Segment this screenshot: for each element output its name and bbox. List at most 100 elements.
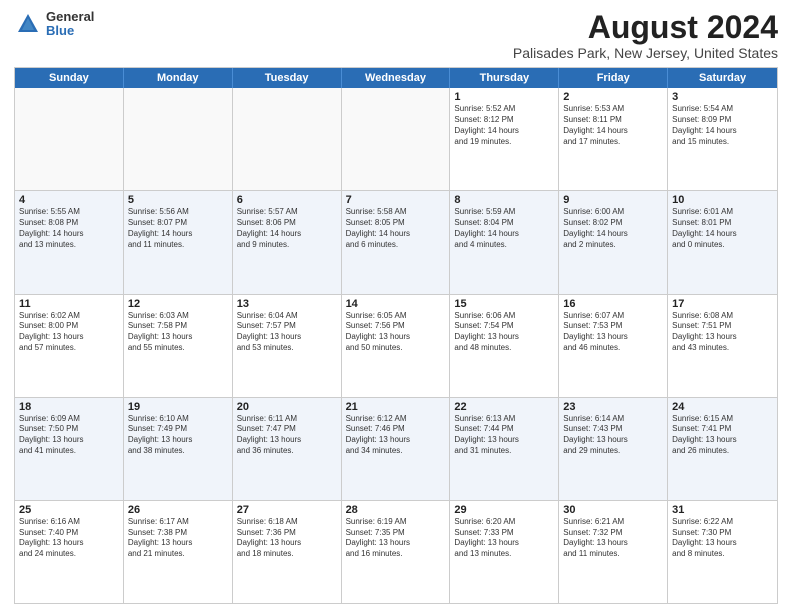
cell-info-line: Sunrise: 6:06 AM: [454, 311, 554, 322]
day-number: 7: [346, 194, 446, 206]
cell-info-line: and 8 minutes.: [672, 549, 773, 560]
calendar-cell: 31Sunrise: 6:22 AMSunset: 7:30 PMDayligh…: [668, 501, 777, 603]
cell-info-line: Daylight: 13 hours: [128, 538, 228, 549]
calendar-cell: 9Sunrise: 6:00 AMSunset: 8:02 PMDaylight…: [559, 191, 668, 293]
cell-info-line: Sunset: 8:05 PM: [346, 218, 446, 229]
cell-info-line: and 6 minutes.: [346, 240, 446, 251]
cell-info-line: Sunset: 7:33 PM: [454, 528, 554, 539]
calendar-cell: 20Sunrise: 6:11 AMSunset: 7:47 PMDayligh…: [233, 398, 342, 500]
day-number: 1: [454, 91, 554, 103]
calendar-cell: 29Sunrise: 6:20 AMSunset: 7:33 PMDayligh…: [450, 501, 559, 603]
cell-info-line: and 13 minutes.: [19, 240, 119, 251]
cell-info-line: Sunset: 7:47 PM: [237, 424, 337, 435]
calendar-cell: 13Sunrise: 6:04 AMSunset: 7:57 PMDayligh…: [233, 295, 342, 397]
cell-info-line: Sunset: 7:35 PM: [346, 528, 446, 539]
day-number: 10: [672, 194, 773, 206]
cell-info-line: Daylight: 14 hours: [454, 229, 554, 240]
cell-info-line: Daylight: 14 hours: [672, 126, 773, 137]
cell-info-line: Sunset: 8:09 PM: [672, 115, 773, 126]
day-number: 12: [128, 298, 228, 310]
cell-info-line: Daylight: 13 hours: [19, 538, 119, 549]
cell-info-line: Sunrise: 6:00 AM: [563, 207, 663, 218]
cell-info-line: Sunset: 7:30 PM: [672, 528, 773, 539]
calendar-cell: 10Sunrise: 6:01 AMSunset: 8:01 PMDayligh…: [668, 191, 777, 293]
calendar-cell: 6Sunrise: 5:57 AMSunset: 8:06 PMDaylight…: [233, 191, 342, 293]
cell-info-line: and 0 minutes.: [672, 240, 773, 251]
cell-info-line: Daylight: 14 hours: [563, 126, 663, 137]
cell-info-line: Sunset: 8:08 PM: [19, 218, 119, 229]
calendar-cell: 14Sunrise: 6:05 AMSunset: 7:56 PMDayligh…: [342, 295, 451, 397]
calendar-row: 4Sunrise: 5:55 AMSunset: 8:08 PMDaylight…: [15, 191, 777, 294]
day-number: 4: [19, 194, 119, 206]
cell-info-line: and 36 minutes.: [237, 446, 337, 457]
logo-general-text: General: [46, 10, 94, 24]
day-number: 31: [672, 504, 773, 516]
cell-info-line: Sunrise: 5:52 AM: [454, 104, 554, 115]
cell-info-line: and 38 minutes.: [128, 446, 228, 457]
weekday-header: Thursday: [450, 68, 559, 88]
calendar-cell: 2Sunrise: 5:53 AMSunset: 8:11 PMDaylight…: [559, 88, 668, 190]
cell-info-line: and 11 minutes.: [128, 240, 228, 251]
cell-info-line: Sunset: 7:38 PM: [128, 528, 228, 539]
cell-info-line: Daylight: 14 hours: [19, 229, 119, 240]
cell-info-line: Daylight: 13 hours: [237, 538, 337, 549]
cell-info-line: Sunset: 7:46 PM: [346, 424, 446, 435]
calendar-cell: 24Sunrise: 6:15 AMSunset: 7:41 PMDayligh…: [668, 398, 777, 500]
cell-info-line: Daylight: 13 hours: [454, 332, 554, 343]
weekday-header: Saturday: [668, 68, 777, 88]
day-number: 2: [563, 91, 663, 103]
day-number: 22: [454, 401, 554, 413]
calendar-cell: 18Sunrise: 6:09 AMSunset: 7:50 PMDayligh…: [15, 398, 124, 500]
cell-info-line: Sunset: 7:36 PM: [237, 528, 337, 539]
cell-info-line: Daylight: 13 hours: [454, 435, 554, 446]
cell-info-line: and 4 minutes.: [454, 240, 554, 251]
logo-blue-text: Blue: [46, 24, 94, 38]
cell-info-line: Sunset: 8:11 PM: [563, 115, 663, 126]
calendar-cell: 8Sunrise: 5:59 AMSunset: 8:04 PMDaylight…: [450, 191, 559, 293]
calendar-cell: 21Sunrise: 6:12 AMSunset: 7:46 PMDayligh…: [342, 398, 451, 500]
cell-info-line: Sunset: 8:12 PM: [454, 115, 554, 126]
cell-info-line: Sunset: 7:41 PM: [672, 424, 773, 435]
day-number: 17: [672, 298, 773, 310]
calendar-cell: 25Sunrise: 6:16 AMSunset: 7:40 PMDayligh…: [15, 501, 124, 603]
cell-info-line: Daylight: 14 hours: [128, 229, 228, 240]
calendar-cell: 17Sunrise: 6:08 AMSunset: 7:51 PMDayligh…: [668, 295, 777, 397]
logo-text: General Blue: [46, 10, 94, 39]
cell-info-line: Sunset: 7:51 PM: [672, 321, 773, 332]
cell-info-line: Sunrise: 6:15 AM: [672, 414, 773, 425]
cell-info-line: Sunset: 7:58 PM: [128, 321, 228, 332]
calendar-cell: 4Sunrise: 5:55 AMSunset: 8:08 PMDaylight…: [15, 191, 124, 293]
cell-info-line: Daylight: 14 hours: [454, 126, 554, 137]
day-number: 18: [19, 401, 119, 413]
cell-info-line: and 26 minutes.: [672, 446, 773, 457]
day-number: 11: [19, 298, 119, 310]
cell-info-line: Sunset: 7:57 PM: [237, 321, 337, 332]
cell-info-line: Daylight: 13 hours: [128, 332, 228, 343]
cell-info-line: Sunset: 7:50 PM: [19, 424, 119, 435]
cell-info-line: Sunset: 7:54 PM: [454, 321, 554, 332]
calendar-row: 18Sunrise: 6:09 AMSunset: 7:50 PMDayligh…: [15, 398, 777, 501]
cell-info-line: and 46 minutes.: [563, 343, 663, 354]
cell-info-line: Sunrise: 6:07 AM: [563, 311, 663, 322]
cell-info-line: Daylight: 14 hours: [237, 229, 337, 240]
calendar-cell: 26Sunrise: 6:17 AMSunset: 7:38 PMDayligh…: [124, 501, 233, 603]
calendar-row: 11Sunrise: 6:02 AMSunset: 8:00 PMDayligh…: [15, 295, 777, 398]
cell-info-line: Sunrise: 6:20 AM: [454, 517, 554, 528]
calendar-cell: [124, 88, 233, 190]
cell-info-line: Sunrise: 6:04 AM: [237, 311, 337, 322]
calendar-cell: 27Sunrise: 6:18 AMSunset: 7:36 PMDayligh…: [233, 501, 342, 603]
cell-info-line: Daylight: 13 hours: [19, 332, 119, 343]
calendar-cell: [233, 88, 342, 190]
cell-info-line: Sunrise: 6:13 AM: [454, 414, 554, 425]
cell-info-line: and 31 minutes.: [454, 446, 554, 457]
cell-info-line: Sunset: 8:02 PM: [563, 218, 663, 229]
calendar-cell: [342, 88, 451, 190]
cell-info-line: Sunrise: 5:59 AM: [454, 207, 554, 218]
cell-info-line: Sunrise: 6:14 AM: [563, 414, 663, 425]
cell-info-line: Sunrise: 6:22 AM: [672, 517, 773, 528]
cell-info-line: Daylight: 14 hours: [563, 229, 663, 240]
cell-info-line: Sunrise: 6:01 AM: [672, 207, 773, 218]
cell-info-line: and 50 minutes.: [346, 343, 446, 354]
calendar-cell: 28Sunrise: 6:19 AMSunset: 7:35 PMDayligh…: [342, 501, 451, 603]
calendar-header: SundayMondayTuesdayWednesdayThursdayFrid…: [15, 68, 777, 88]
